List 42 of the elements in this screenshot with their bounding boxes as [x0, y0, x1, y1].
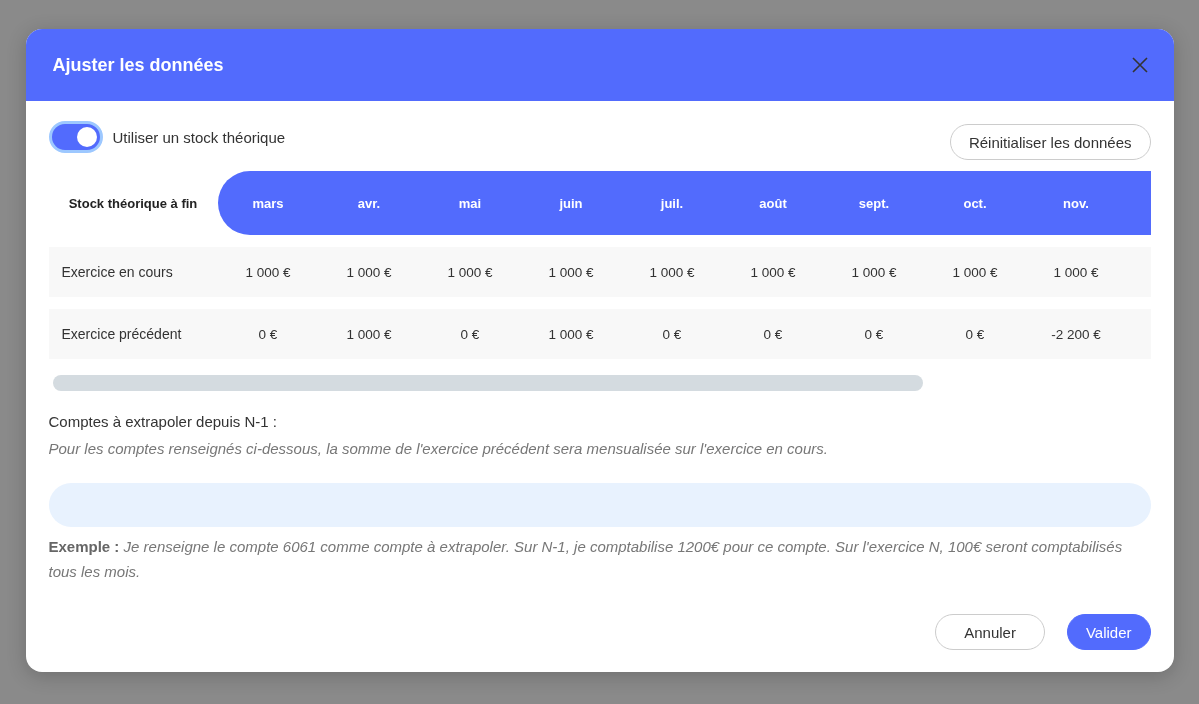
dialog-title: Ajuster les données: [52, 54, 224, 76]
table-cell-text: 0 €: [863, 326, 885, 342]
row-label: Exercice précédent: [60, 326, 183, 342]
close-button[interactable]: [1129, 55, 1150, 75]
toggle-label: Utiliser un stock théorique: [112, 128, 286, 146]
example-text: Exemple : Je renseigne le compte 6061 comme compte à extrapoler. Sur N-1, je comptabilise 1200€ pour ce compte. Sur l'exercice N, 100€ seront comptabilisés tous les mois.: [48, 537, 1124, 582]
table-cell-text: 1 000 €: [1052, 264, 1100, 280]
close-icon: [1131, 57, 1148, 73]
table-cell-text: -2 200 €: [1050, 326, 1102, 342]
table-cell-text: 1 000 €: [850, 264, 898, 280]
table-cell-text: 1 000 €: [749, 264, 797, 280]
table-corner-header: Stock théorique à fin: [67, 195, 199, 211]
table-cell-text: 1 000 €: [547, 326, 595, 342]
toggle-switch[interactable]: [48, 121, 103, 153]
column-header: mars: [251, 195, 285, 211]
column-header: mai: [457, 195, 483, 211]
hint-text: Pour les comptes renseignés ci-dessous, la somme de l'exercice précédent sera mensualisée sur l'exercice en cours.: [48, 440, 829, 457]
table-cell-text: 0 €: [661, 326, 683, 342]
table-cell-text: 0 €: [762, 326, 784, 342]
column-header: avr.: [356, 195, 382, 211]
section-title: Comptes à extrapoler depuis N-1 :: [48, 413, 278, 430]
table-cell-text: 1 000 €: [345, 264, 393, 280]
table-cell-text: 0 €: [257, 326, 279, 342]
table-cell-text: 0 €: [459, 326, 481, 342]
validate-button[interactable]: Valider: [1066, 614, 1151, 650]
table-cell-text: 1 000 €: [345, 326, 393, 342]
table-cell-text: 1 000 €: [951, 264, 999, 280]
column-header: sept.: [857, 195, 891, 211]
row-label: Exercice en cours: [60, 264, 174, 280]
column-header: juin: [558, 195, 584, 211]
reset-button[interactable]: Réinitialiser les données: [949, 124, 1151, 160]
column-header: oct.: [962, 195, 988, 211]
column-header: août: [758, 195, 788, 211]
table-cell-text: 1 000 €: [244, 264, 292, 280]
cancel-button[interactable]: Annuler: [935, 614, 1045, 650]
table-cell-text: 0 €: [964, 326, 986, 342]
column-header: juil.: [659, 195, 685, 211]
table-cell-text: 1 000 €: [446, 264, 494, 280]
table-cell-text: 1 000 €: [547, 264, 595, 280]
horizontal-scrollbar[interactable]: [52, 375, 923, 391]
column-header: nov.: [1062, 195, 1090, 211]
table-cell-text: 1 000 €: [648, 264, 696, 280]
